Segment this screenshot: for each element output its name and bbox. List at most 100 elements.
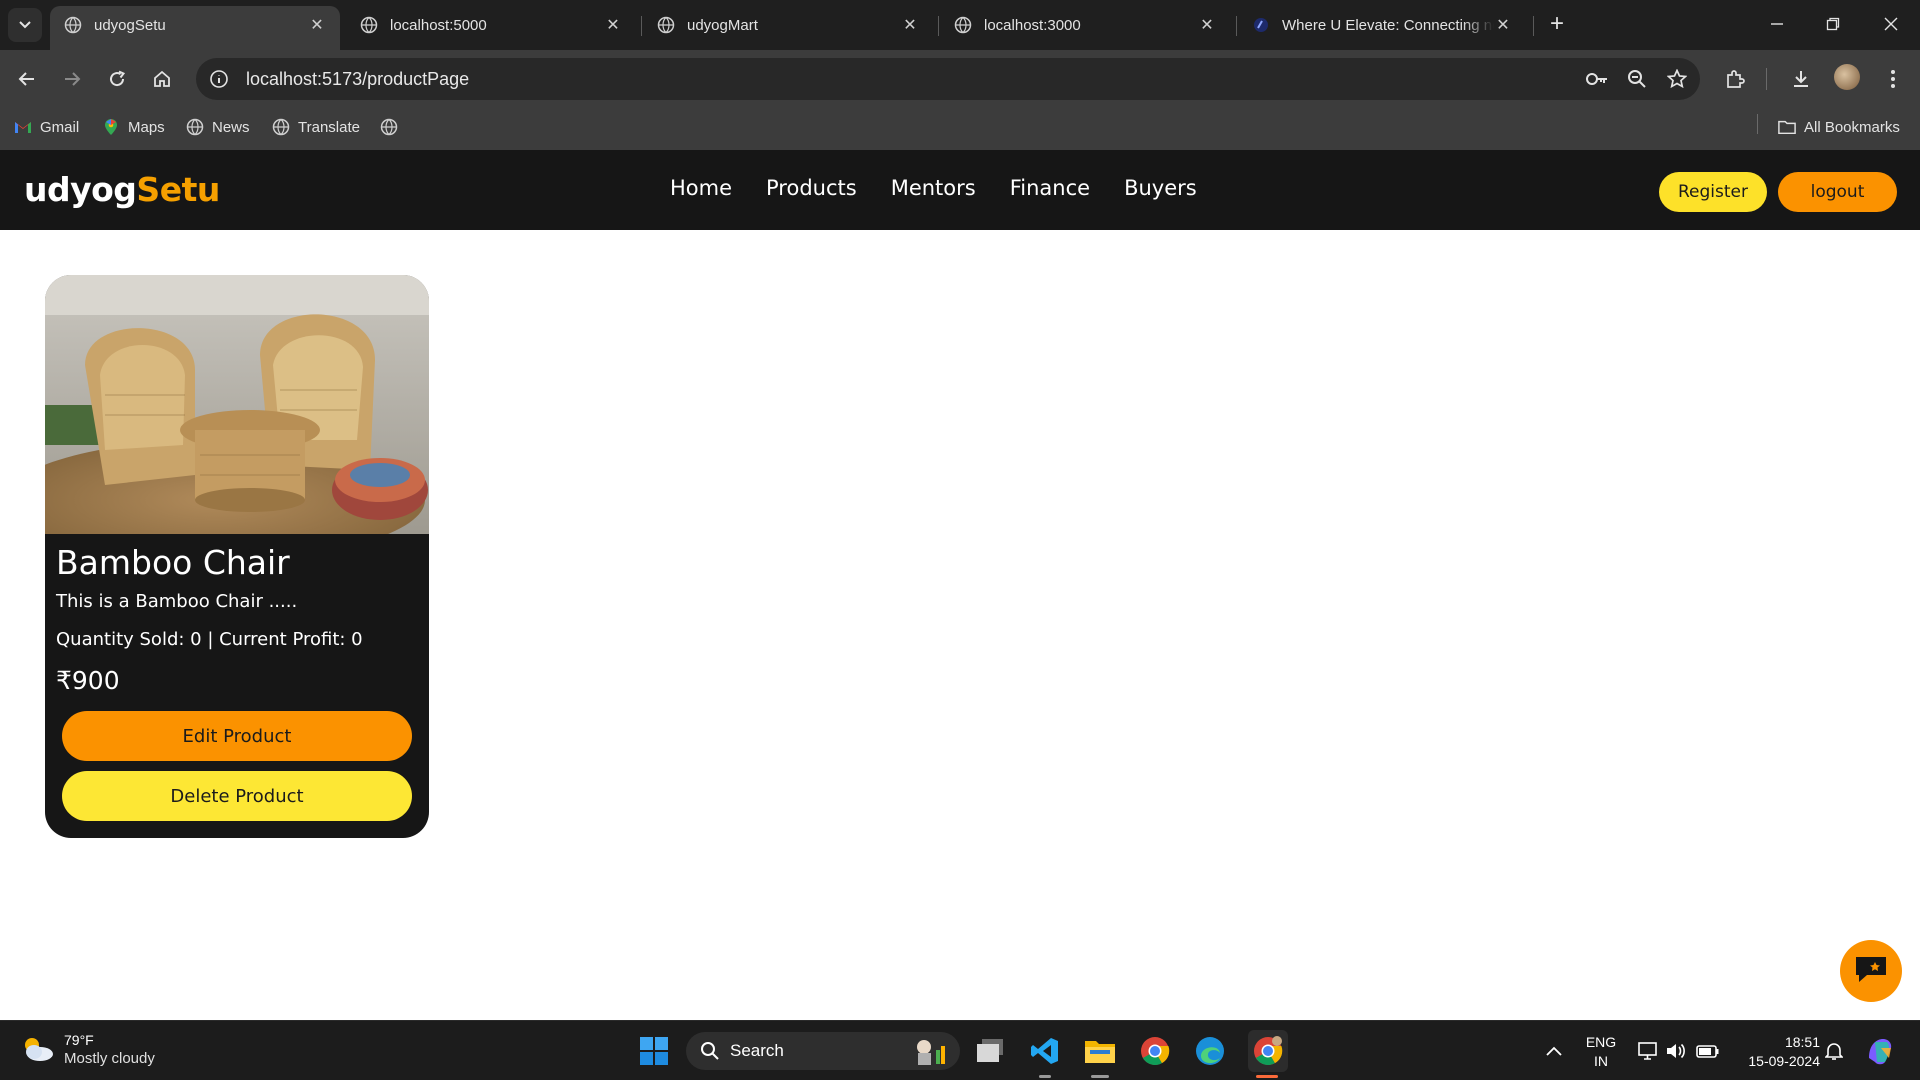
tab-title: localhost:5000: [390, 16, 487, 34]
volume-icon[interactable]: [1658, 1033, 1694, 1069]
browser-toolbar: localhost:5173/productPage: [0, 50, 1920, 108]
site-logo-icon: [1252, 16, 1270, 34]
chrome-profile-icon[interactable]: [1248, 1030, 1288, 1072]
site-logo[interactable]: udyogSetu: [24, 170, 220, 209]
download-icon[interactable]: [1784, 62, 1818, 96]
taskbar: 79°F Mostly cloudy Search ENG IN 18:51 1…: [0, 1020, 1920, 1080]
tab-separator: [641, 16, 642, 36]
tab-close-icon[interactable]: ✕: [1494, 15, 1512, 35]
tab-separator: [1533, 16, 1534, 36]
tab-udyogsetu[interactable]: udyogSetu ✕: [50, 6, 340, 50]
minimize-icon[interactable]: [1762, 10, 1792, 40]
tab-title: udyogSetu: [94, 16, 166, 34]
bookmark-star-icon[interactable]: [1660, 62, 1694, 96]
bookmark-unnamed[interactable]: [380, 118, 406, 136]
windows-start-icon[interactable]: [636, 1033, 672, 1069]
nav-mentors[interactable]: Mentors: [891, 176, 976, 200]
clock-time: 18:51: [1784, 1034, 1820, 1050]
nav-home[interactable]: Home: [670, 176, 732, 200]
product-title: Bamboo Chair: [56, 543, 290, 582]
tab-close-icon[interactable]: ✕: [308, 15, 326, 35]
globe-icon: [272, 118, 290, 136]
product-description: This is a Bamboo Chair .....: [56, 591, 298, 612]
bookmark-translate[interactable]: Translate: [272, 118, 360, 136]
task-view-icon[interactable]: [972, 1033, 1008, 1069]
clock[interactable]: 18:51 15-09-2024: [1730, 1033, 1820, 1071]
delete-product-button[interactable]: Delete Product: [62, 771, 412, 821]
password-key-icon[interactable]: [1580, 62, 1614, 96]
logo-text-udyog: udyog: [24, 170, 137, 209]
bookmark-label: Translate: [298, 118, 360, 136]
tab-search-chevron-icon[interactable]: [8, 8, 42, 42]
product-image: [45, 275, 429, 560]
tab-title: localhost:3000: [984, 16, 1081, 34]
site-info-icon[interactable]: [204, 64, 234, 94]
forward-arrow-icon[interactable]: [55, 62, 89, 96]
language-indicator[interactable]: ENG IN: [1582, 1033, 1620, 1071]
weather-temperature: 79°F: [64, 1032, 94, 1048]
nav-finance[interactable]: Finance: [1010, 176, 1090, 200]
new-tab-plus-icon[interactable]: +: [1544, 12, 1570, 38]
profile-avatar[interactable]: [1834, 64, 1860, 90]
nav-products[interactable]: Products: [766, 176, 857, 200]
zoom-icon[interactable]: [1620, 62, 1654, 96]
restore-icon[interactable]: [1818, 10, 1848, 40]
tab-separator: [938, 16, 939, 36]
bookmark-gmail[interactable]: Gmail: [14, 118, 79, 136]
clock-date: 15-09-2024: [1748, 1053, 1820, 1069]
all-bookmarks-label: All Bookmarks: [1804, 118, 1900, 136]
tab-close-icon[interactable]: ✕: [604, 15, 622, 35]
bookmark-news[interactable]: News: [186, 118, 250, 136]
tab-where-u-elevate[interactable]: Where U Elevate: Connecting ne ✕: [1238, 6, 1526, 44]
logout-button[interactable]: logout: [1778, 172, 1897, 212]
product-price: ₹900: [56, 666, 120, 695]
copilot-icon[interactable]: [1862, 1033, 1898, 1069]
vscode-icon[interactable]: [1027, 1033, 1063, 1069]
globe-icon: [64, 16, 82, 34]
tab-close-icon[interactable]: ✕: [1198, 15, 1216, 35]
all-bookmarks[interactable]: All Bookmarks: [1778, 118, 1900, 136]
weather-condition: Mostly cloudy: [64, 1050, 155, 1067]
logo-text-setu: Setu: [136, 170, 220, 209]
file-explorer-icon[interactable]: [1082, 1033, 1118, 1069]
chrome-icon[interactable]: [1137, 1033, 1173, 1069]
gmail-icon: [14, 118, 32, 136]
globe-icon: [380, 118, 398, 136]
globe-icon: [657, 16, 675, 34]
cloud-sun-icon: [20, 1033, 54, 1068]
taskbar-search[interactable]: Search: [686, 1032, 960, 1070]
browser-tab-strip: udyogSetu ✕ localhost:5000 ✕ udyogMart ✕…: [0, 0, 1920, 50]
tab-localhost-3000[interactable]: localhost:3000 ✕: [940, 6, 1230, 44]
address-bar[interactable]: localhost:5173/productPage: [196, 58, 1700, 100]
tab-title: Where U Elevate: Connecting ne: [1282, 16, 1494, 34]
maps-pin-icon: [102, 118, 120, 136]
back-arrow-icon[interactable]: [10, 62, 44, 96]
edge-icon[interactable]: [1192, 1033, 1228, 1069]
globe-icon: [360, 16, 378, 34]
language-code: ENG: [1585, 1034, 1617, 1050]
active-indicator: [1256, 1075, 1278, 1078]
weather-widget[interactable]: 79°F Mostly cloudy: [20, 1031, 155, 1069]
tab-udyogmart[interactable]: udyogMart ✕: [643, 6, 933, 44]
url-text[interactable]: localhost:5173/productPage: [246, 69, 1580, 90]
bookmark-maps[interactable]: Maps: [102, 118, 165, 136]
bookmark-label: Maps: [128, 118, 165, 136]
battery-icon[interactable]: [1690, 1033, 1726, 1069]
tab-close-icon[interactable]: ✕: [901, 15, 919, 35]
tab-title: udyogMart: [687, 16, 758, 34]
show-hidden-icons-chevron-icon[interactable]: [1536, 1033, 1572, 1069]
notification-bell-icon[interactable]: [1816, 1033, 1852, 1069]
more-menu-icon[interactable]: [1876, 62, 1910, 96]
home-icon[interactable]: [145, 62, 179, 96]
running-indicator: [1039, 1075, 1051, 1078]
tab-localhost-5000[interactable]: localhost:5000 ✕: [346, 6, 636, 44]
edit-product-button[interactable]: Edit Product: [62, 711, 412, 761]
running-indicator: [1091, 1075, 1109, 1078]
window-close-icon[interactable]: [1876, 10, 1906, 40]
reload-icon[interactable]: [100, 62, 134, 96]
tab-separator: [1236, 16, 1237, 36]
chat-button[interactable]: [1840, 940, 1902, 1002]
register-button[interactable]: Register: [1659, 172, 1767, 212]
nav-buyers[interactable]: Buyers: [1124, 176, 1197, 200]
extensions-puzzle-icon[interactable]: [1718, 62, 1752, 96]
